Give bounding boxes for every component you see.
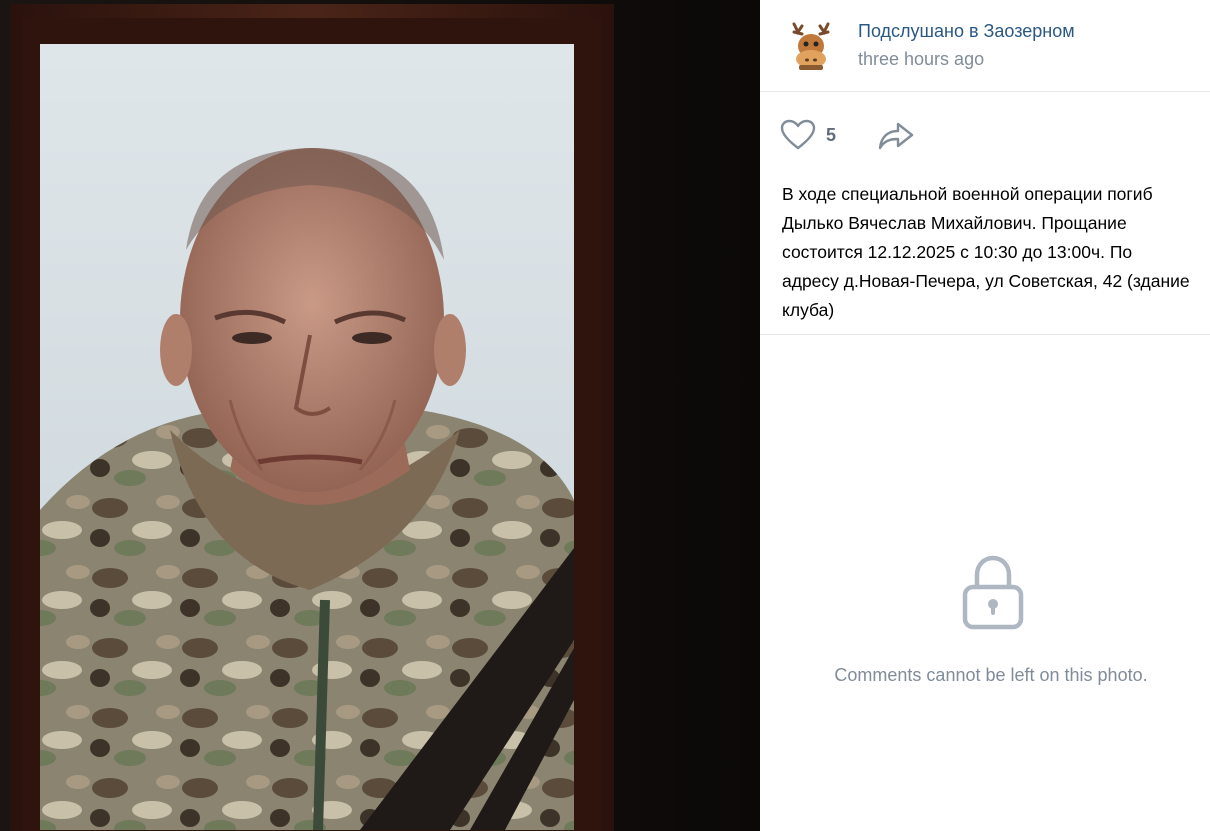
post-text: В ходе специальной военной операции поги… [782,184,1190,320]
share-button[interactable] [876,120,916,154]
post-side-panel: Подслушано в Заозерном three hours ago 5… [760,0,1210,831]
group-name-link[interactable]: Подслушано в Заозерном [858,21,1075,42]
post-header: Подслушано в Заозерном three hours ago [760,0,1210,92]
comments-locked-indicator [961,555,1025,631]
group-avatar[interactable] [782,16,840,74]
lock-icon [962,555,1024,630]
heart-icon [780,119,816,150]
moose-icon [782,16,840,74]
like-count: 5 [826,124,837,145]
section-divider [760,334,1210,335]
post-actions: 5 [760,92,1210,172]
post-timestamp[interactable]: three hours ago [858,49,984,70]
share-arrow-icon [878,122,914,150]
framed-memorial-portrait [0,0,760,831]
like-button[interactable]: 5 [780,118,836,152]
photo-viewer[interactable] [0,0,760,831]
comments-disabled-message: Comments cannot be left on this photo. [834,665,1148,685]
